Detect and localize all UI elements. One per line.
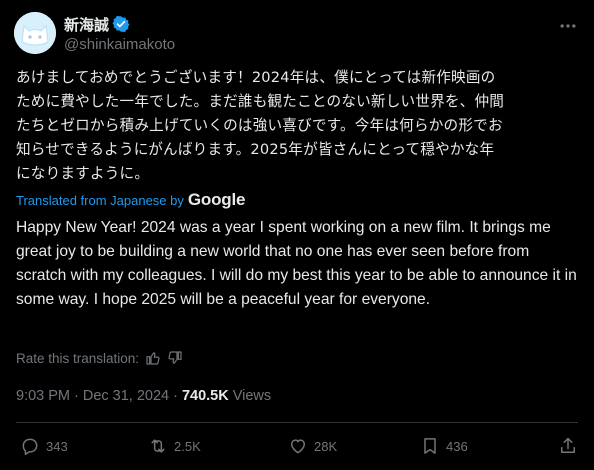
ellipsis-icon xyxy=(560,24,576,28)
like-count: 28K xyxy=(314,438,338,454)
rate-translation-label: Rate this translation: xyxy=(16,350,140,366)
translation-label: Translated from Japanese by xyxy=(16,192,184,208)
google-logo: Google xyxy=(187,190,246,209)
translation-attribution[interactable]: Translated from Japanese by Google xyxy=(16,190,245,210)
share-icon xyxy=(561,437,575,453)
author-names: 新海誠 @shinkaimakoto xyxy=(64,14,175,54)
bookmark-button[interactable]: 436 xyxy=(420,436,468,456)
heart-icon xyxy=(291,439,305,454)
translated-post-text: Happy New Year! 2024 was a year I spent … xyxy=(16,219,577,308)
views-label: Views xyxy=(232,388,272,404)
meta-separator: · xyxy=(173,388,178,404)
repost-icon xyxy=(151,439,165,453)
verified-badge-icon[interactable] xyxy=(112,15,130,33)
repost-count: 2.5K xyxy=(174,438,201,454)
bookmark-count: 436 xyxy=(446,438,468,454)
post-header: 新海誠 @shinkaimakoto xyxy=(14,12,580,56)
repost-button[interactable]: 2.5K xyxy=(148,436,201,456)
like-button[interactable]: 28K xyxy=(288,436,337,456)
post: 新海誠 @shinkaimakoto あけましておめでとうございます！2024年… xyxy=(0,0,594,470)
action-bar: 343 2.5K 28K 436 xyxy=(16,436,578,464)
views-count: 740.5K xyxy=(181,388,229,404)
post-metadata: 9:03 PM · Dec 31, 2024 · 740.5K Views xyxy=(16,388,271,404)
post-date[interactable]: Dec 31, 2024 xyxy=(83,388,169,404)
more-options-button[interactable] xyxy=(556,16,580,36)
original-post-text: あけましておめでとうございます！2024年は、僕にとっては新作映画の ために費や… xyxy=(16,69,505,182)
author-handle[interactable]: @shinkaimakoto xyxy=(64,36,175,53)
reply-button[interactable]: 343 xyxy=(20,436,68,456)
bookmark-icon xyxy=(424,438,436,454)
reply-count: 343 xyxy=(46,438,68,454)
author-display-name[interactable]: 新海誠 xyxy=(64,14,109,35)
reply-icon xyxy=(22,438,38,456)
rate-translation-row: Rate this translation: xyxy=(16,350,183,366)
divider xyxy=(16,422,578,423)
thumbs-up-icon[interactable] xyxy=(145,350,161,366)
avatar[interactable] xyxy=(14,12,56,54)
thumbs-down-icon[interactable] xyxy=(167,350,183,366)
cat-avatar-icon xyxy=(14,12,56,54)
share-button[interactable] xyxy=(558,436,578,456)
meta-separator: · xyxy=(74,388,79,404)
post-time[interactable]: 9:03 PM xyxy=(16,388,70,404)
